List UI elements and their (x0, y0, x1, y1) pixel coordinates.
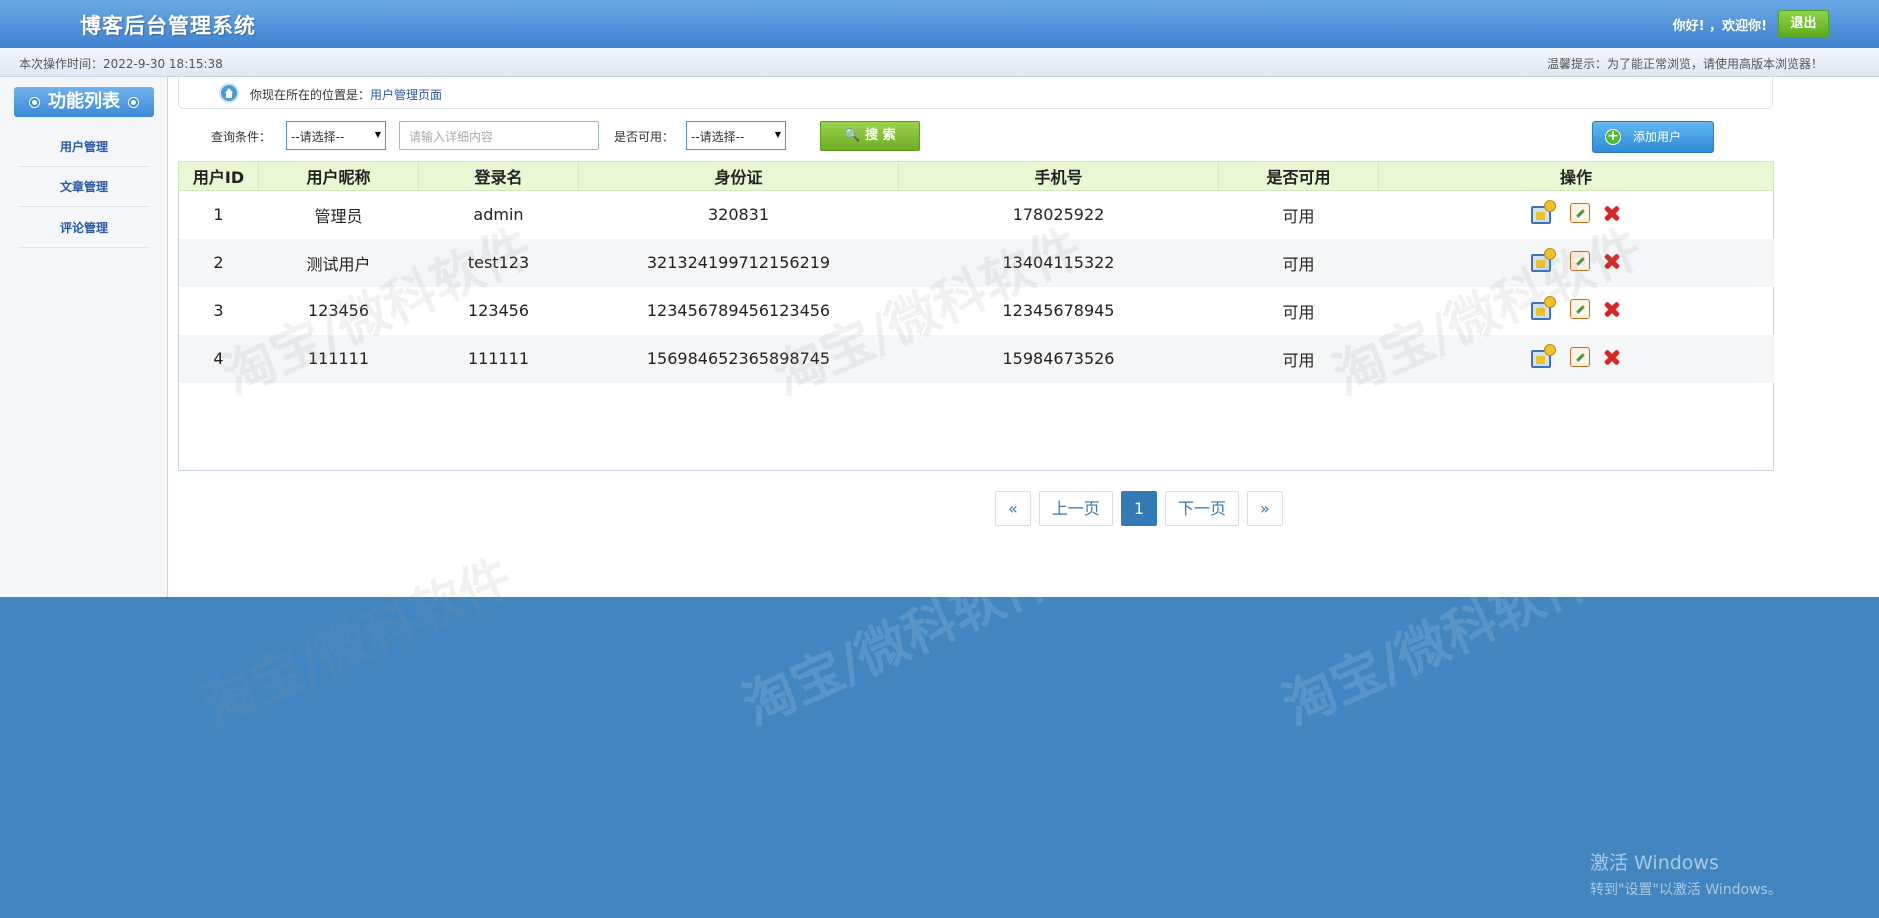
top-header: 博客后台管理系统 你好! ，欢迎你! 退出 (0, 0, 1879, 48)
greeting-text: 你好! ，欢迎你! (1672, 19, 1767, 34)
cell-available: 可用 (1282, 206, 1315, 226)
search-button-label: 搜 索 (865, 128, 896, 143)
cell-login: 123456 (467, 301, 530, 320)
table-row: 4 111111 111111 156984652365898745 15984… (178, 334, 1774, 383)
sidebar-item-articles[interactable]: 文章管理 (18, 167, 150, 207)
edit-icon[interactable] (1570, 202, 1590, 223)
cell-phone: 13404115322 (898, 238, 1219, 287)
table-row: 3 123456 123456 123456789456123456 12345… (179, 287, 1774, 335)
role-assign-icon[interactable] (1530, 295, 1558, 322)
cell-available: 可用 (1218, 238, 1379, 287)
browser-tip: 温馨提示：为了能正常浏览，请使用高版本浏览器！ (1546, 57, 1823, 71)
cell-idcard: 123456789456123456 (646, 301, 831, 320)
cell-id: 4 (178, 334, 259, 383)
cell-phone: 15984673526 (898, 334, 1219, 383)
cell-idcard: 321324199712156219 (578, 238, 899, 287)
cell-login: 111111 (418, 334, 579, 383)
cell-login: admin (473, 205, 524, 225)
breadcrumb: 你现在所在的位置是：用户管理页面 (178, 77, 1773, 109)
breadcrumb-current[interactable]: 用户管理页面 (370, 88, 442, 102)
condition-label: 查询条件： (211, 130, 272, 144)
edit-icon[interactable] (1570, 346, 1590, 367)
cell-phone: 178025922 (1012, 205, 1105, 225)
table-header-row: 用户ID 用户昵称 登录名 身份证 手机号 是否可用 操作 (178, 161, 1774, 191)
page-last[interactable]: » (1247, 491, 1283, 526)
cell-login: test123 (418, 238, 579, 287)
page-first[interactable]: « (995, 491, 1031, 526)
logout-button[interactable]: 退出 (1778, 10, 1829, 38)
cell-available: 可用 (1282, 302, 1315, 322)
page-prev[interactable]: 上一页 (1038, 491, 1113, 526)
search-input[interactable]: 请输入详细内容 (399, 121, 599, 150)
cell-actions (1378, 334, 1774, 383)
cell-id: 2 (178, 238, 259, 287)
info-bar: 本次操作时间：2022-9-30 18:15:38 温馨提示：为了能正常浏览，请… (0, 48, 1879, 77)
table-row: 2 测试用户 test123 321324199712156219 134041… (178, 238, 1774, 287)
search-icon: 🔍 (844, 128, 861, 143)
sidebar-item-comments[interactable]: 评论管理 (18, 208, 150, 248)
cell-available: 可用 (1218, 334, 1379, 383)
delete-icon[interactable] (1602, 299, 1622, 319)
sidebar-item-users[interactable]: 用户管理 (18, 127, 150, 167)
windows-activation-title: 激活 Windows (1590, 852, 1719, 874)
table-row: 1 管理员 admin 320831 178025922 可用 (179, 191, 1774, 239)
sidebar-title: 功能列表 (14, 87, 154, 117)
add-user-label: 添加用户 (1633, 130, 1682, 144)
condition-select[interactable]: --请选择-- (286, 121, 386, 150)
col-phone: 手机号 (898, 161, 1219, 191)
add-icon: + (1605, 129, 1621, 145)
dot-icon (129, 98, 138, 107)
app-title: 博客后台管理系统 (80, 14, 256, 38)
col-actions: 操作 (1378, 161, 1774, 191)
role-assign-icon[interactable] (1530, 199, 1558, 226)
col-idcard: 身份证 (578, 161, 899, 191)
sidebar-title-text: 功能列表 (48, 91, 120, 112)
cell-id: 1 (213, 205, 224, 225)
cell-nickname: 测试用户 (258, 238, 419, 287)
cell-actions (1379, 287, 1774, 335)
user-table: 用户ID 用户昵称 登录名 身份证 手机号 是否可用 操作 1 管理员 admi… (178, 161, 1774, 383)
sidebar: 功能列表 用户管理 文章管理 评论管理 (0, 77, 168, 597)
main-content: 你现在所在的位置是：用户管理页面 查询条件： --请选择-- 请输入详细内容 是… (168, 77, 1879, 597)
pagination: « 上一页 1 下一页 » (995, 491, 1283, 526)
breadcrumb-prefix: 你现在所在的位置是： (250, 88, 371, 102)
available-select[interactable]: --请选择-- (686, 121, 786, 150)
home-icon (219, 83, 239, 103)
available-label: 是否可用： (614, 130, 675, 144)
edit-icon[interactable] (1570, 298, 1590, 319)
cell-idcard: 156984652365898745 (578, 334, 899, 383)
search-button[interactable]: 🔍 搜 索 (820, 121, 920, 151)
page-current[interactable]: 1 (1120, 491, 1157, 526)
page-next[interactable]: 下一页 (1165, 491, 1240, 526)
cell-nickname: 123456 (307, 301, 370, 320)
delete-icon[interactable] (1602, 347, 1622, 367)
role-assign-icon[interactable] (1530, 343, 1558, 370)
windows-activation-notice: 激活 Windows 转到"设置"以激活 Windows。 (1590, 848, 1782, 899)
operation-time: 本次操作时间：2022-9-30 18:15:38 (19, 57, 223, 71)
delete-icon[interactable] (1602, 203, 1622, 223)
cell-idcard: 320831 (707, 205, 770, 225)
cell-phone: 12345678945 (1002, 301, 1115, 320)
cell-actions (1379, 191, 1774, 239)
col-id: 用户ID (178, 161, 259, 191)
col-login: 登录名 (418, 161, 579, 191)
col-available: 是否可用 (1218, 161, 1379, 191)
cell-id: 3 (213, 301, 224, 320)
cell-nickname: 111111 (258, 334, 419, 383)
role-assign-icon[interactable] (1530, 247, 1558, 274)
breadcrumb-text: 你现在所在的位置是：用户管理页面 (250, 86, 442, 103)
dot-icon (30, 98, 39, 107)
windows-activation-subtitle: 转到"设置"以激活 Windows。 (1590, 882, 1782, 898)
edit-icon[interactable] (1570, 250, 1590, 271)
add-user-button[interactable]: + 添加用户 (1592, 121, 1714, 153)
cell-actions (1378, 238, 1774, 287)
delete-icon[interactable] (1602, 251, 1622, 271)
search-bar: 查询条件： --请选择-- 请输入详细内容 是否可用： --请选择-- 🔍 搜 … (178, 109, 1773, 161)
cell-nickname: 管理员 (314, 206, 363, 226)
col-nickname: 用户昵称 (258, 161, 419, 191)
